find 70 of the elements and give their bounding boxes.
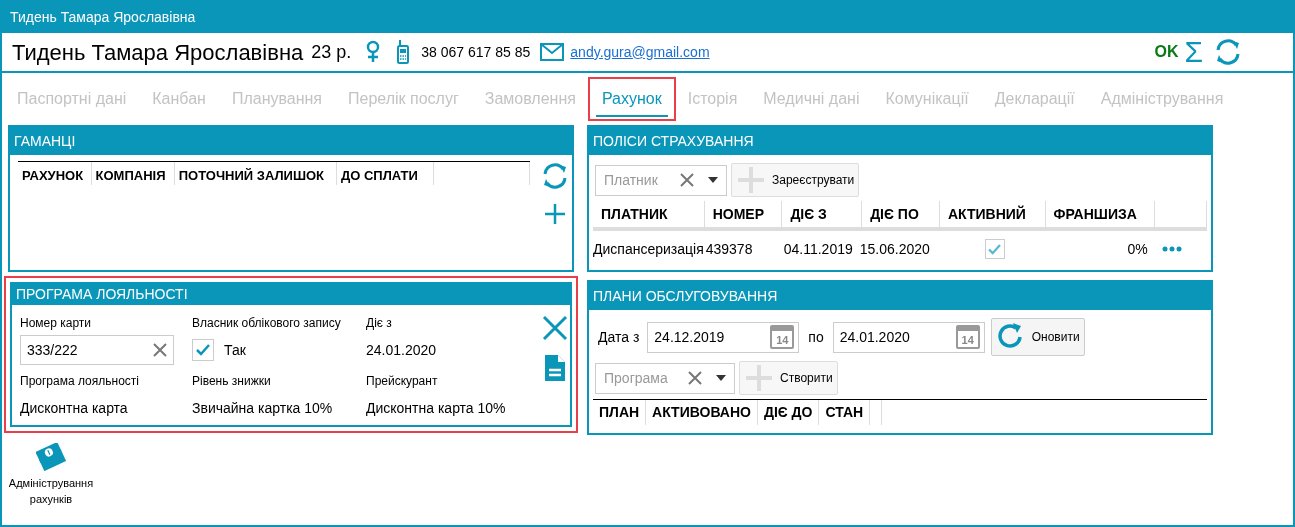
column-header[interactable]: ПОТОЧНИЙ ЗАЛИШОК [174, 162, 337, 185]
tool-label: Адміністрування рахунків [7, 476, 95, 507]
plus-icon [744, 363, 774, 393]
column-header[interactable]: ДО СПЛАТИ [336, 162, 434, 185]
document-icon[interactable] [543, 353, 567, 383]
column-header[interactable]: ФРАНШИЗА [1045, 201, 1156, 227]
phone-number: 38 067 617 85 85 [421, 42, 531, 62]
panel-title: ПРОГРАМА ЛОЯЛЬНОСТІ [16, 285, 188, 304]
column-header[interactable]: НОМЕР [704, 201, 783, 227]
checkbox[interactable] [192, 339, 214, 361]
panel-title: ГАМАНЦІ [14, 131, 76, 151]
female-icon [365, 40, 382, 64]
check-icon [988, 243, 1002, 255]
table-cell-text: 15.06.2020 [859, 239, 931, 259]
clear-icon[interactable] [153, 343, 167, 357]
calendar-icon[interactable]: 14 [955, 325, 980, 349]
more-icon[interactable] [1161, 246, 1182, 252]
column-header[interactable]: КОМПАНІЯ [91, 162, 175, 185]
field-label: Прейскурант [366, 373, 439, 390]
table-cell-text: 04.11.2019 [783, 239, 854, 259]
check-icon [196, 344, 210, 356]
active-checkbox[interactable] [984, 239, 1005, 259]
date-to-label: по [808, 327, 824, 347]
clear-icon[interactable] [688, 371, 702, 385]
table-cell-text: 439378 [705, 239, 754, 259]
date-from-field[interactable]: 24.12.2019 14 [647, 321, 800, 353]
panel-title: ПОЛІСИ СТРАХУВАННЯ [593, 131, 754, 151]
patient-age: 23 р. [311, 40, 352, 64]
table-cell-text: 0% [1126, 239, 1148, 259]
caret-icon [708, 177, 718, 183]
plus-icon [736, 165, 766, 195]
column-header[interactable]: АКТИВОВАНО [646, 400, 758, 425]
column-header[interactable]: ПЛАН [593, 400, 647, 425]
field-value: Дисконтна карта [20, 399, 129, 418]
field-label: Діє з [366, 315, 393, 332]
date-to-field[interactable]: 24.01.2020 14 [832, 321, 985, 353]
add-icon[interactable] [544, 203, 566, 225]
column-header[interactable]: ПЛАТНИК [593, 201, 705, 227]
card-number-field[interactable]: 333/222 [20, 335, 174, 365]
email-link[interactable]: andy.gura@gmail.com [570, 41, 710, 63]
caret-icon [716, 375, 726, 381]
register-button[interactable]: Зареєструвати [731, 163, 860, 197]
field-label: Номер карти [20, 315, 93, 332]
date-from-label: Дата з [598, 327, 640, 347]
window-title: Тидень Тамара Ярославівна [10, 8, 196, 27]
calendar-icon[interactable]: 14 [770, 325, 795, 349]
close-icon[interactable] [542, 315, 568, 341]
mail-icon [540, 43, 565, 61]
clear-icon[interactable] [680, 173, 694, 187]
status-text: OK [1154, 42, 1179, 62]
table-cell-text: Диспансеризація [593, 239, 704, 259]
field-value: Дисконтна карта 10% [366, 399, 507, 418]
panel-title: ПЛАНИ ОБСЛУГОВУВАННЯ [593, 286, 778, 306]
mobile-phone-icon [397, 40, 410, 64]
column-header[interactable]: ДІЄ З [782, 201, 863, 227]
patient-name: Тидень Тамара Ярославівна [12, 38, 304, 67]
column-header[interactable]: ДІЄ ПО [862, 201, 940, 227]
refresh-button[interactable]: Оновити [990, 318, 1085, 356]
checkbox-label: Так [224, 340, 246, 360]
column-header[interactable]: АКТИВНИЙ [939, 201, 1046, 227]
column-header[interactable]: РАХУНОК [18, 162, 92, 185]
create-button[interactable]: Створити [739, 361, 838, 395]
column-header[interactable]: ДІЄ ДО [757, 400, 820, 425]
tab[interactable]: Рахунок [587, 77, 676, 121]
column-header[interactable]: СТАН [819, 400, 871, 425]
field-label: Програма лояльності [20, 373, 140, 390]
field-value: Звичайна картка 10% [192, 399, 334, 418]
field-value: 24.01.2020 [366, 341, 438, 360]
field-label: Рівень знижки [192, 373, 272, 390]
field-label: Власник облікового запису [192, 315, 342, 332]
